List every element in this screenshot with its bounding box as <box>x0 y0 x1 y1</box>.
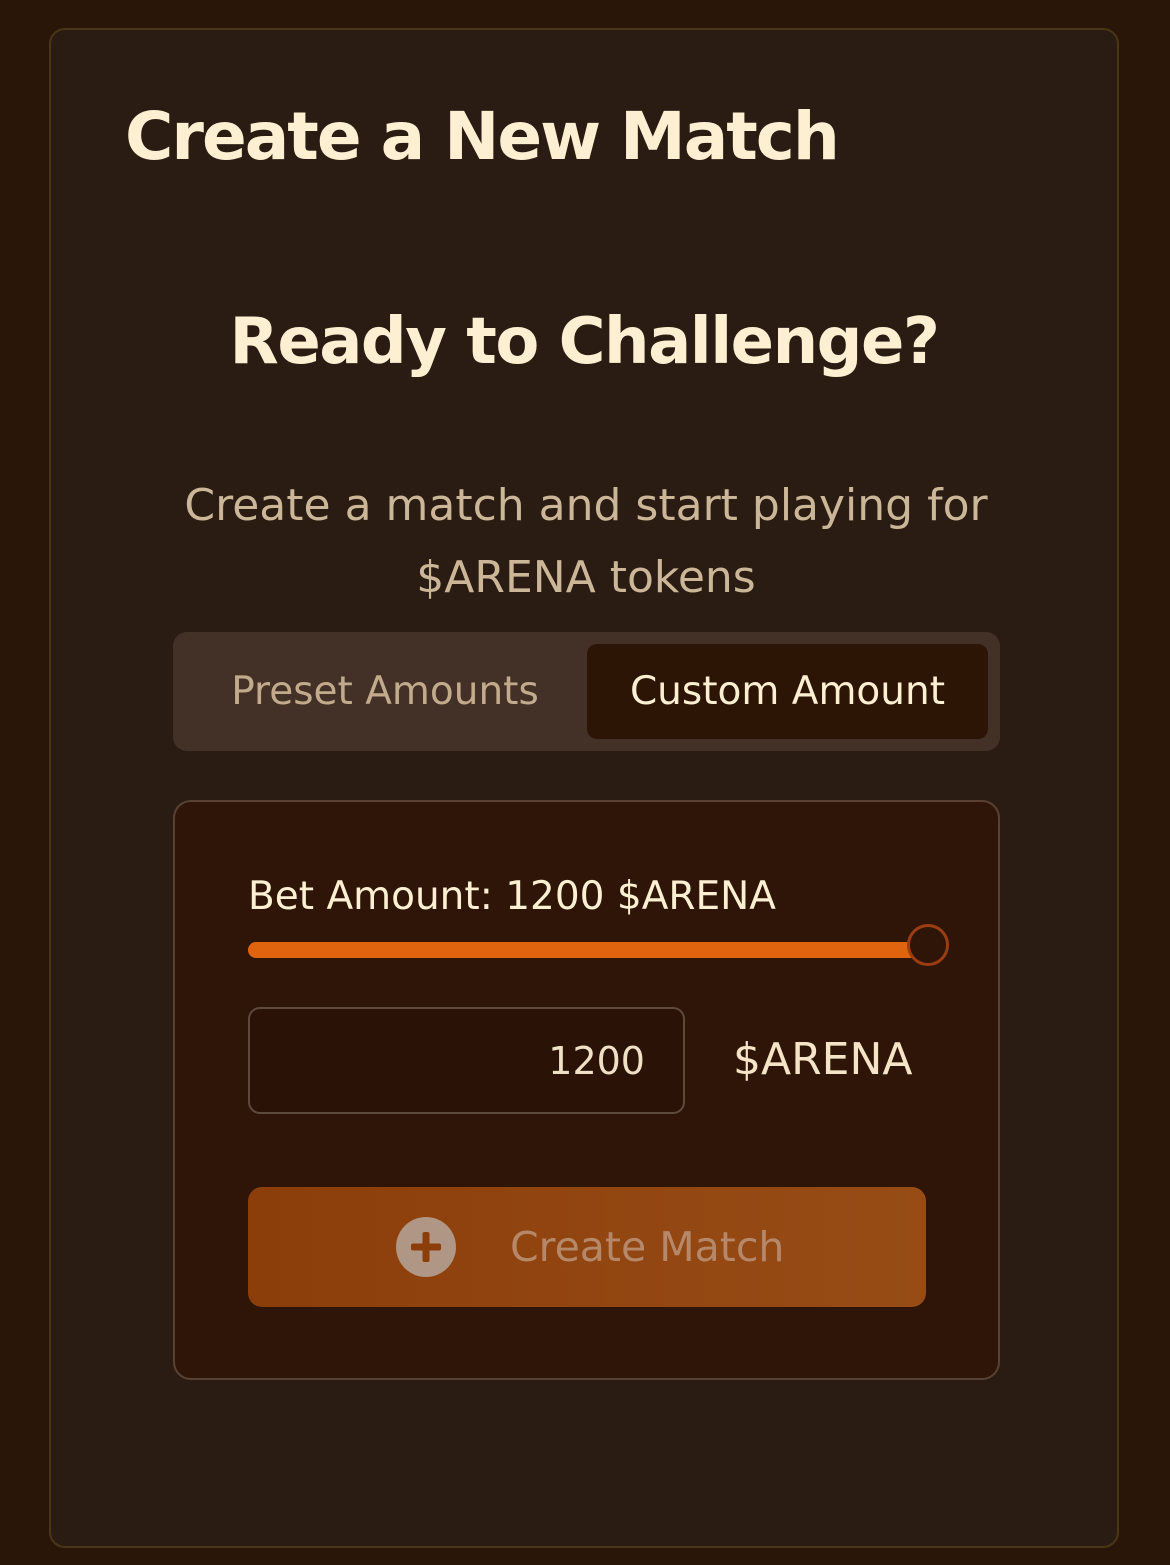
hero-subtitle: Create a match and start playing for $AR… <box>184 480 988 603</box>
currency-unit-label: $ARENA <box>733 1034 913 1085</box>
create-match-button[interactable]: Create Match <box>248 1187 926 1307</box>
tab-custom-amount[interactable]: Custom Amount <box>587 644 988 739</box>
bet-amount-slider[interactable] <box>248 924 949 966</box>
plus-circle-icon <box>396 1217 456 1277</box>
tab-preset-amounts[interactable]: Preset Amounts <box>185 644 585 739</box>
bet-amount-label: Bet Amount: 1200 $ARENA <box>248 874 776 919</box>
bet-amount-input[interactable] <box>248 1007 685 1114</box>
bet-amount-text: Bet Amount: 1200 $ARENA <box>248 874 776 919</box>
slider-thumb[interactable] <box>907 924 949 966</box>
amount-mode-tabs: Preset Amounts Custom Amount <box>173 632 1000 751</box>
card-title: Create a New Match <box>125 98 840 175</box>
custom-amount-panel: Bet Amount: 1200 $ARENA $ARENA Create Ma… <box>173 800 1000 1380</box>
slider-fill <box>248 942 928 958</box>
create-match-label: Create Match <box>510 1223 785 1271</box>
create-match-card: Create a New Match Ready to Challenge? C… <box>49 28 1119 1548</box>
hero-headline: Ready to Challenge? <box>229 305 940 379</box>
